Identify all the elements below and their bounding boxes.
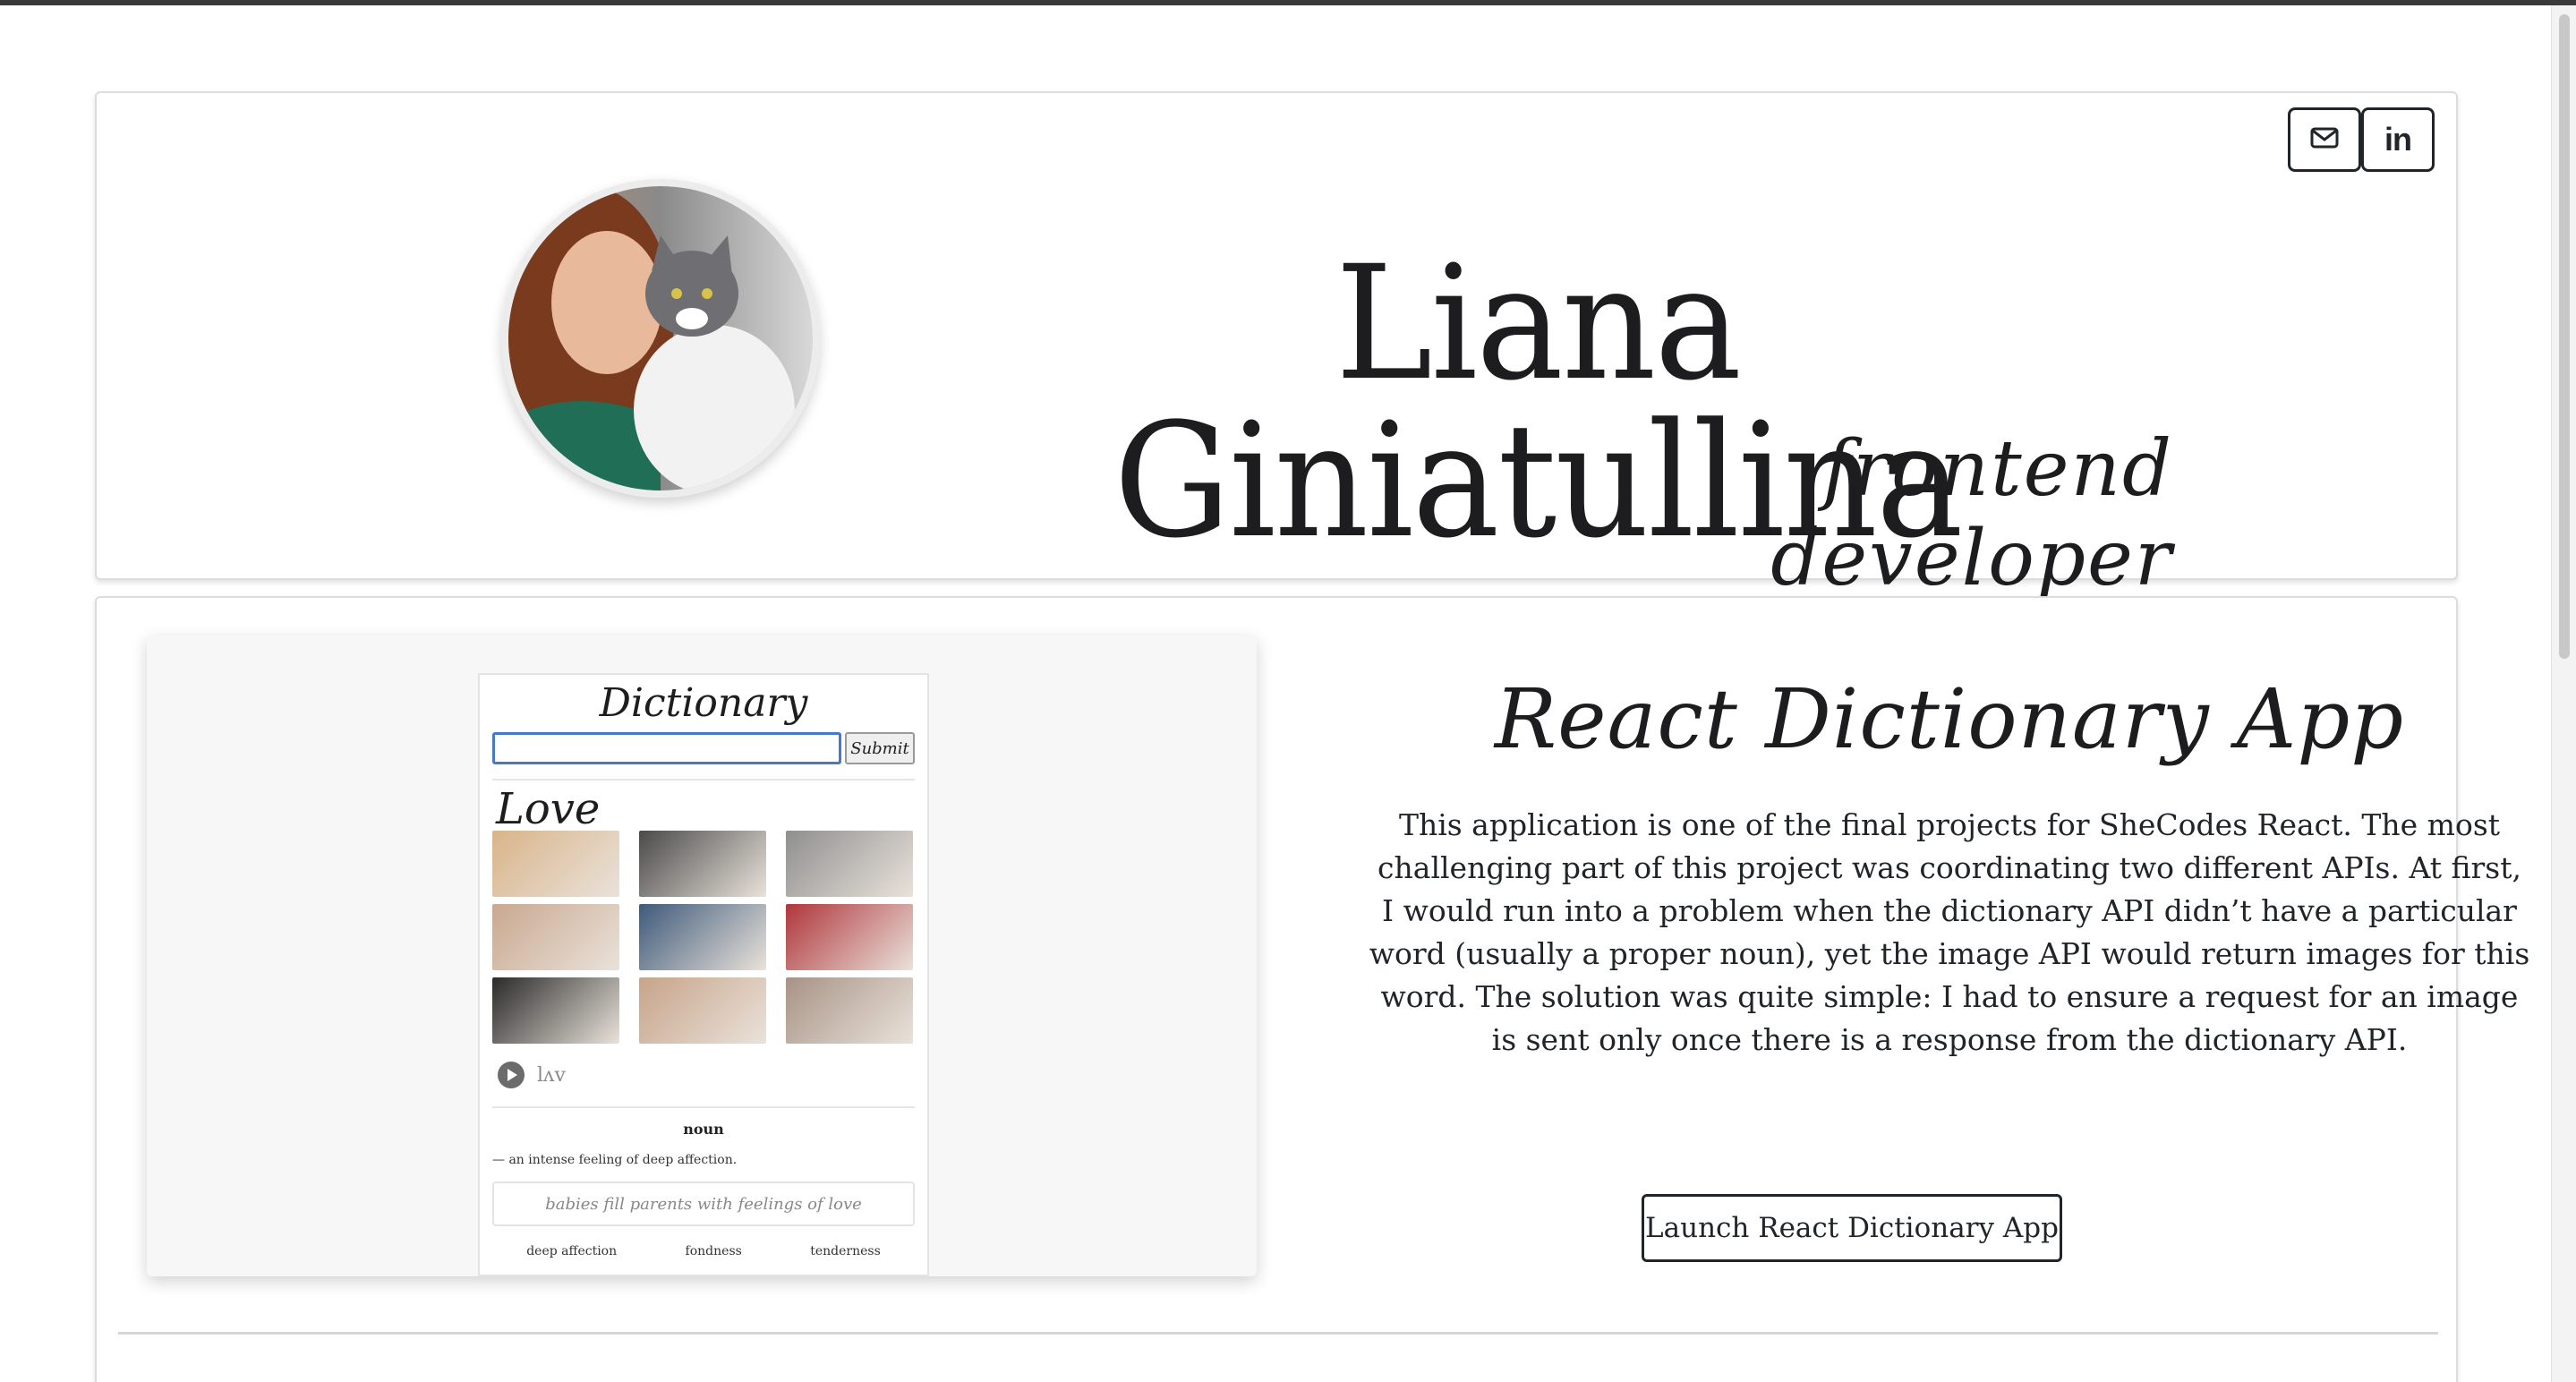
preview-synonym: deep affection [526, 1244, 618, 1258]
project-description: This application is one of the final pro… [1369, 807, 2530, 1057]
preview-thumbnail [492, 831, 619, 897]
subtitle-role: frontend developer [1770, 424, 2173, 603]
preview-search-input [492, 732, 841, 764]
preview-thumbnail [492, 904, 619, 970]
preview-submit-button: Submit [845, 732, 915, 764]
preview-thumbnail [639, 977, 766, 1044]
preview-thumbnail [786, 977, 913, 1044]
preview-synonym: fondness [685, 1244, 742, 1258]
preview-title: Dictionary [599, 680, 808, 726]
launch-app-button[interactable]: Launch React Dictionary App [1642, 1194, 2062, 1262]
preview-word: Love [496, 784, 601, 834]
scrollbar[interactable] [2551, 5, 2576, 1382]
project-card: Dictionary Submit Love lʌv noun — an int… [95, 596, 2529, 1382]
section-divider [118, 1332, 2438, 1335]
social-links: in [2288, 107, 2435, 172]
project-screenshot[interactable]: Dictionary Submit Love lʌv noun — an int… [147, 636, 1257, 1276]
preview-part-of-speech: noun [683, 1121, 724, 1138]
preview-thumbnail [639, 831, 766, 897]
preview-thumbnail [639, 904, 766, 970]
email-button[interactable] [2288, 107, 2361, 172]
preview-example: babies fill parents with feelings of lov… [492, 1182, 915, 1226]
preview-image-grid [492, 831, 915, 1044]
preview-phonetic: lʌv [537, 1063, 566, 1087]
dictionary-preview: Dictionary Submit Love lʌv noun — an int… [478, 673, 929, 1276]
preview-synonyms: deep affection fondness tenderness [492, 1244, 915, 1258]
header-card: in Liana Giniatullina frontend developer [95, 91, 2458, 603]
browser-top-edge [0, 0, 2576, 5]
preview-thumbnail [492, 977, 619, 1044]
linkedin-button[interactable]: in [2361, 107, 2435, 172]
preview-synonym: tenderness [810, 1244, 881, 1258]
project-title: React Dictionary App [1494, 671, 2405, 767]
preview-thumbnail [786, 831, 913, 897]
play-icon [498, 1062, 525, 1088]
preview-divider [492, 1106, 915, 1108]
preview-divider [492, 779, 915, 781]
avatar [501, 179, 820, 498]
envelope-icon [2310, 127, 2339, 152]
preview-thumbnail [786, 904, 913, 970]
linkedin-icon: in [2384, 121, 2412, 158]
preview-audio: lʌv [498, 1062, 566, 1088]
preview-definition: — an intense feeling of deep affection. [492, 1153, 738, 1167]
scrollbar-thumb[interactable] [2559, 14, 2570, 659]
